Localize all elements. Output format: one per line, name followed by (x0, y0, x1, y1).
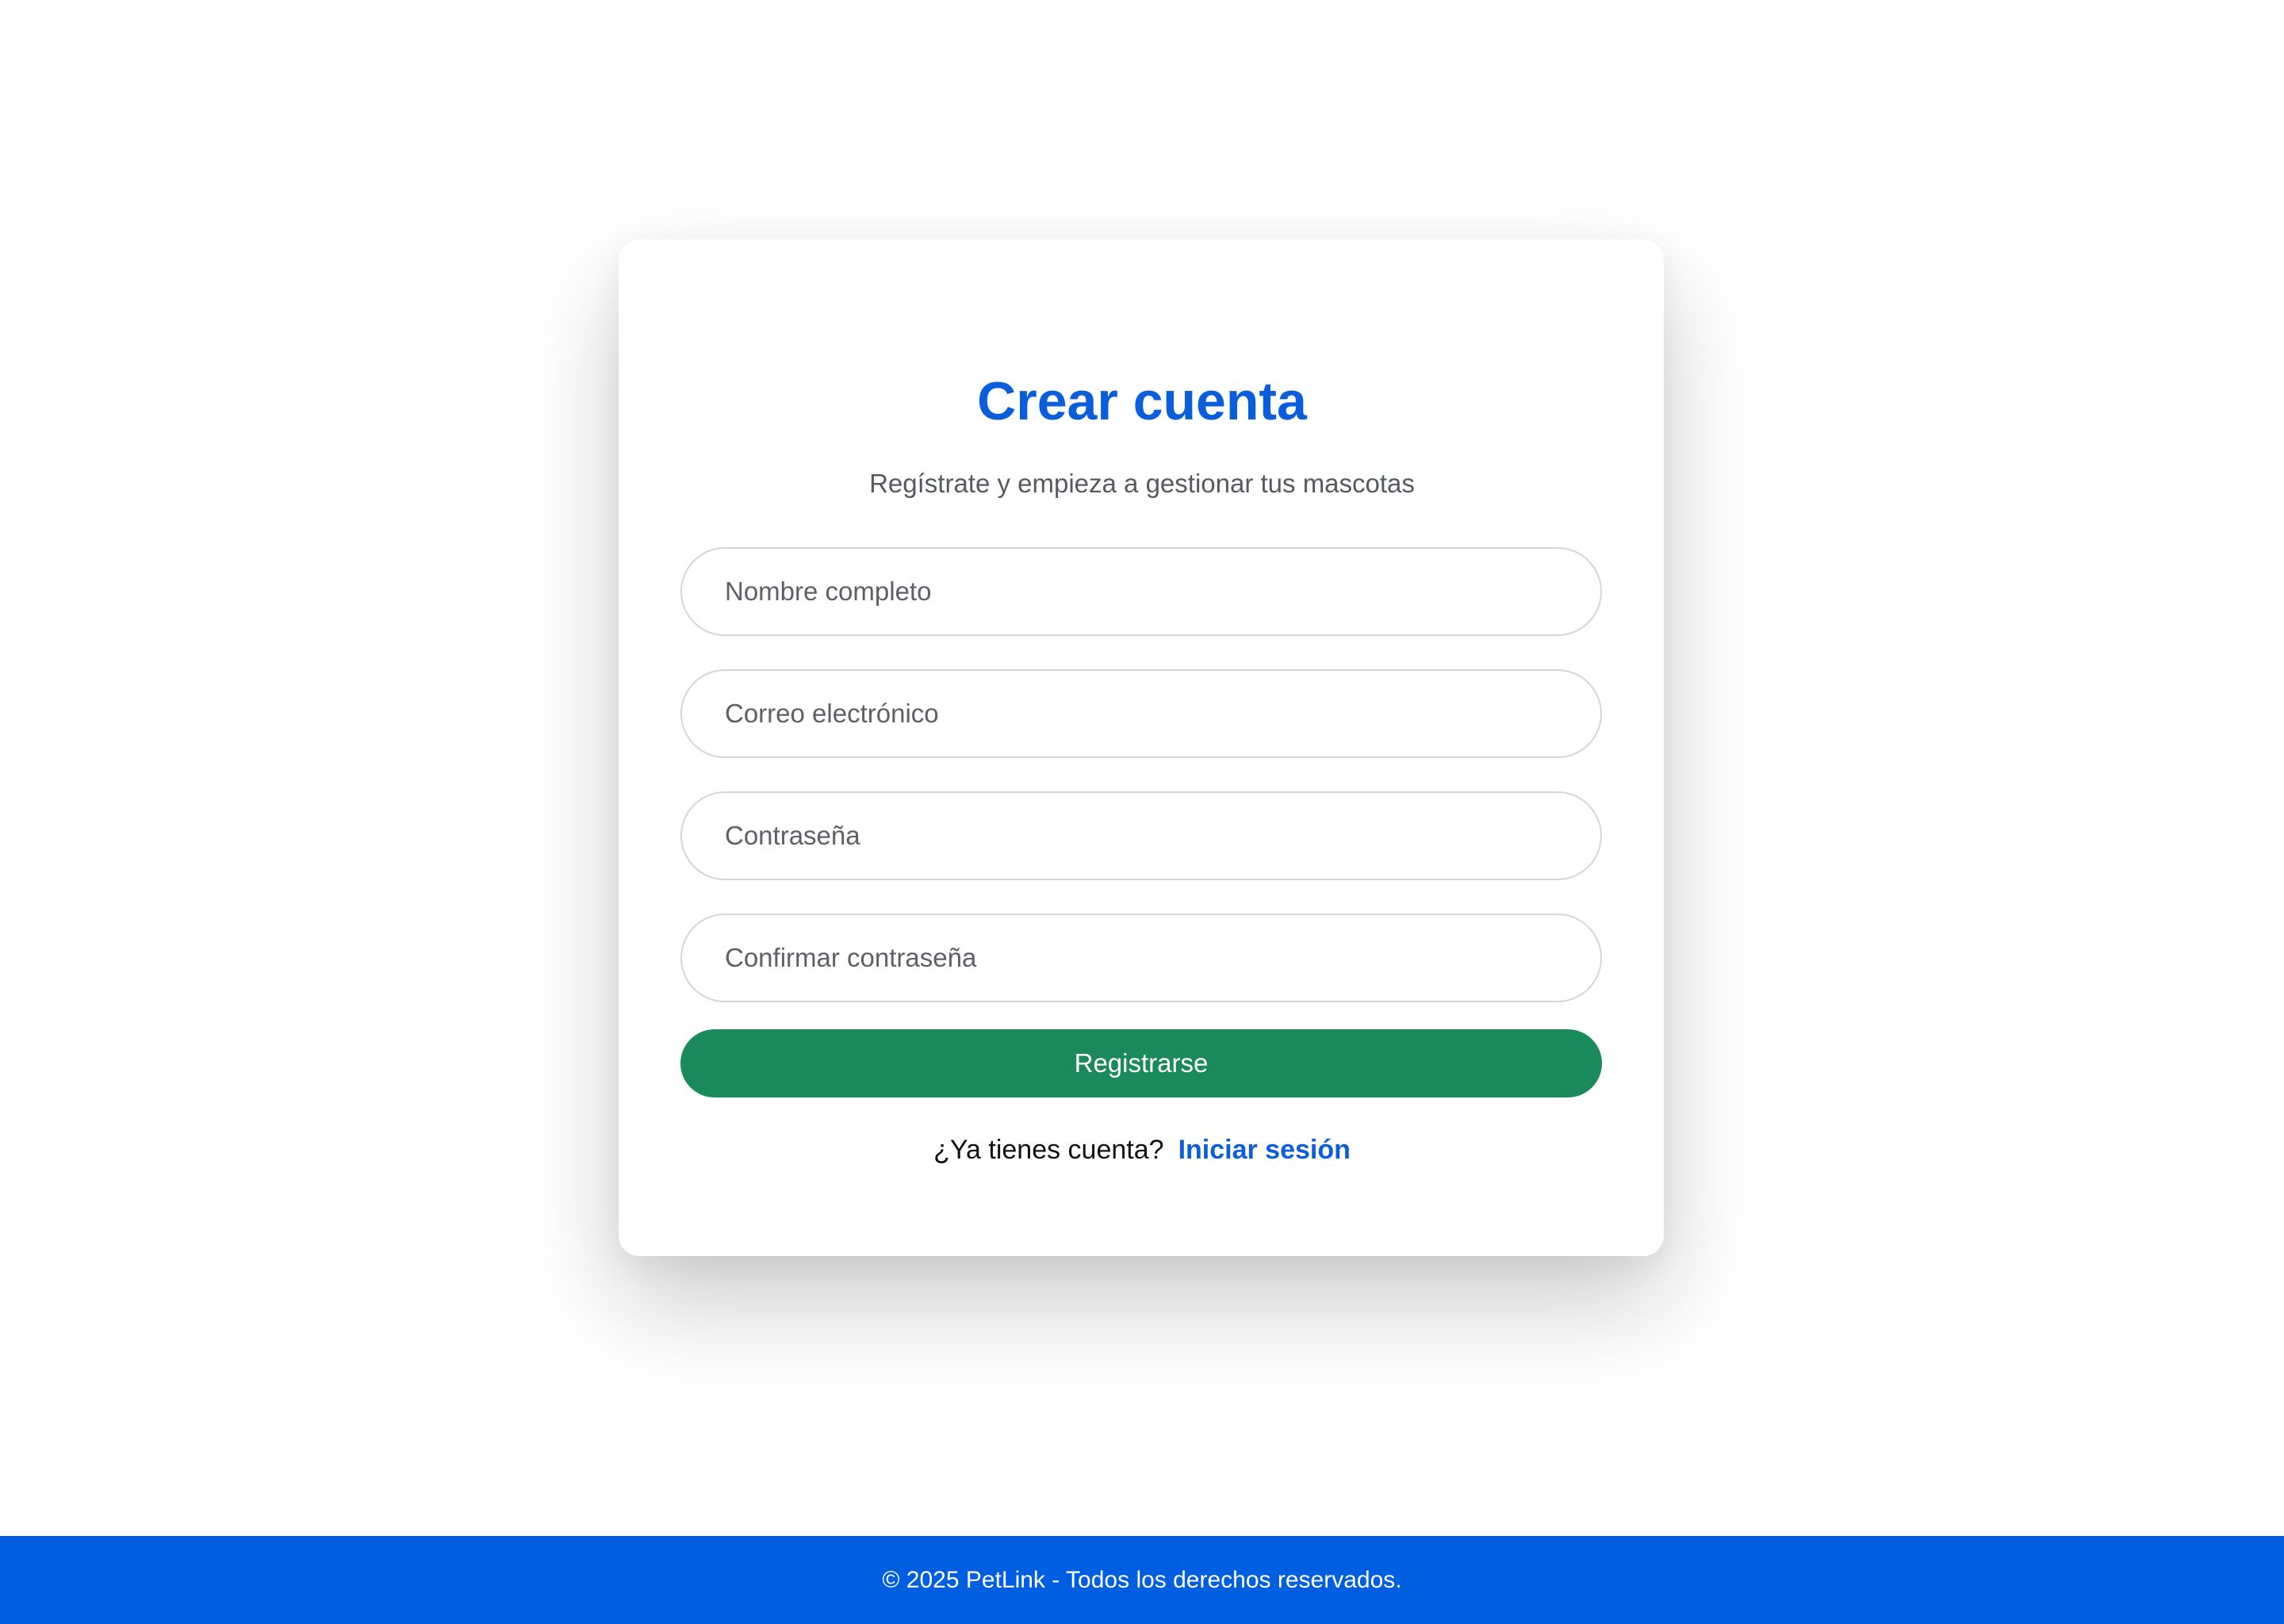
page-footer: © 2025 PetLink - Todos los derechos rese… (0, 1536, 2284, 1624)
login-link[interactable]: Iniciar sesión (1178, 1135, 1351, 1165)
page-subtitle: Regístrate y empieza a gestionar tus mas… (869, 469, 1415, 498)
signup-page: Crear cuenta Regístrate y empieza a gest… (0, 0, 2284, 1536)
confirm-password-field[interactable] (680, 914, 1602, 1002)
login-prompt-text: ¿Ya tienes cuenta? (933, 1135, 1164, 1165)
register-button[interactable]: Registrarse (680, 1029, 1602, 1097)
page-title: Crear cuenta (977, 371, 1307, 431)
password-field[interactable] (680, 791, 1602, 880)
full-name-field[interactable] (680, 547, 1602, 636)
footer-copyright: © 2025 PetLink - Todos los derechos rese… (882, 1566, 1402, 1593)
email-field[interactable] (680, 669, 1602, 758)
login-prompt-line: ¿Ya tienes cuenta? Iniciar sesión (0, 1129, 2284, 1170)
